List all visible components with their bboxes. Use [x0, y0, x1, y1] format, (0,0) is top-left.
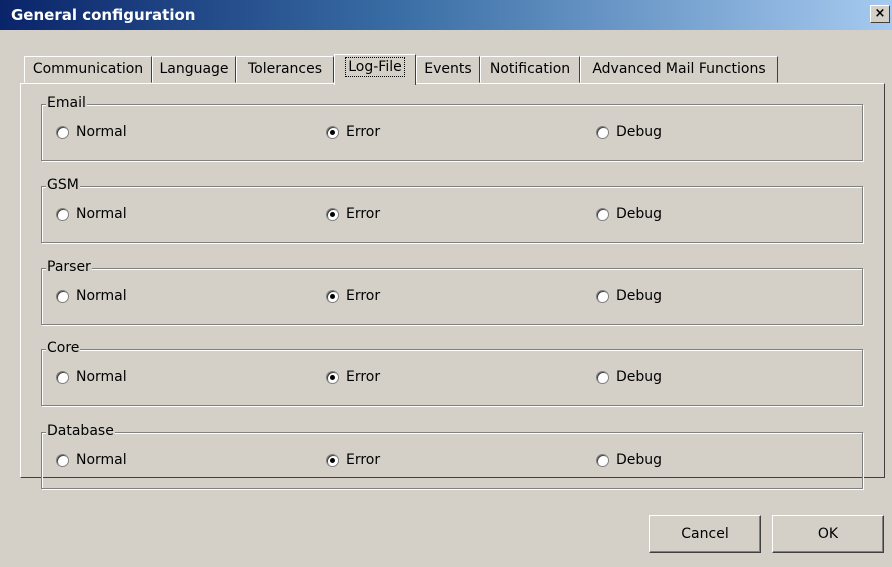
group-database: Database Normal Error Debug — [41, 423, 863, 489]
radio-label: Debug — [616, 369, 663, 385]
group-parser: Parser Normal Error Debug — [41, 259, 863, 325]
tab-advanced-mail-functions[interactable]: Advanced Mail Functions — [580, 56, 778, 83]
radio-email-error[interactable]: Error — [326, 123, 380, 141]
radio-label: Debug — [616, 452, 663, 468]
radio-label: Normal — [76, 369, 127, 385]
tab-label: Notification — [489, 61, 571, 77]
radio-database-debug[interactable]: Debug — [596, 451, 662, 469]
radio-button-icon — [56, 207, 69, 221]
group-label: Parser — [46, 259, 92, 275]
tab-label: Language — [159, 61, 229, 77]
radio-button-icon — [596, 453, 609, 467]
radio-label: Debug — [616, 124, 663, 140]
tab-label: Log-File — [345, 57, 405, 77]
radio-core-error[interactable]: Error — [326, 368, 380, 386]
radio-selected-dot — [330, 374, 335, 380]
tab-label: Communication — [32, 61, 144, 77]
radio-database-normal[interactable]: Normal — [56, 451, 127, 469]
radio-button-icon — [56, 125, 69, 139]
radio-gsm-error[interactable]: Error — [326, 205, 380, 223]
radio-label: Error — [346, 206, 381, 222]
radio-database-error[interactable]: Error — [326, 451, 380, 469]
close-button[interactable]: × — [870, 5, 890, 23]
tab-notification[interactable]: Notification — [480, 56, 580, 83]
title-bar: General configuration × — [0, 0, 892, 30]
radio-selected-dot — [330, 457, 335, 463]
tab-communication[interactable]: Communication — [24, 56, 152, 83]
tab-label: Tolerances — [247, 61, 323, 77]
radio-selected-dot — [330, 293, 335, 299]
group-core: Core Normal Error Debug — [41, 340, 863, 406]
tab-label: Advanced Mail Functions — [592, 61, 766, 77]
window-title: General configuration — [11, 6, 196, 24]
radio-label: Debug — [616, 288, 663, 304]
radio-button-icon — [56, 289, 69, 303]
radio-button-icon — [596, 207, 609, 221]
radio-selected-dot — [330, 211, 335, 217]
group-label: Email — [46, 95, 87, 111]
tab-label: Events — [424, 61, 472, 77]
radio-email-debug[interactable]: Debug — [596, 123, 662, 141]
group-label: GSM — [46, 177, 80, 193]
ok-button[interactable]: OK — [772, 515, 884, 553]
log-file-panel: Email Normal Error Debug GSM Normal Erro… — [20, 83, 885, 489]
radio-parser-debug[interactable]: Debug — [596, 287, 662, 305]
radio-button-icon — [596, 370, 609, 384]
radio-email-normal[interactable]: Normal — [56, 123, 127, 141]
radio-label: Error — [346, 369, 381, 385]
tab-events[interactable]: Events — [416, 56, 480, 83]
radio-label: Normal — [76, 452, 127, 468]
radio-core-debug[interactable]: Debug — [596, 368, 662, 386]
radio-core-normal[interactable]: Normal — [56, 368, 127, 386]
radio-button-icon — [326, 125, 339, 139]
radio-button-icon — [596, 125, 609, 139]
radio-label: Error — [346, 288, 381, 304]
radio-button-icon — [56, 370, 69, 384]
radio-label: Normal — [76, 124, 127, 140]
group-email: Email Normal Error Debug — [41, 95, 863, 161]
radio-gsm-normal[interactable]: Normal — [56, 205, 127, 223]
tab-log-file[interactable]: Log-File — [334, 54, 416, 85]
radio-label: Normal — [76, 206, 127, 222]
radio-parser-normal[interactable]: Normal — [56, 287, 127, 305]
tab-language[interactable]: Language — [152, 56, 236, 83]
radio-label: Normal — [76, 288, 127, 304]
radio-label: Error — [346, 452, 381, 468]
group-label: Database — [46, 423, 115, 439]
radio-button-icon — [326, 207, 339, 221]
radio-button-icon — [56, 453, 69, 467]
radio-gsm-debug[interactable]: Debug — [596, 205, 662, 223]
group-label: Core — [46, 340, 81, 356]
radio-button-icon — [596, 289, 609, 303]
radio-selected-dot — [330, 129, 335, 135]
radio-button-icon — [326, 370, 339, 384]
radio-button-icon — [326, 453, 339, 467]
radio-parser-error[interactable]: Error — [326, 287, 380, 305]
group-gsm: GSM Normal Error Debug — [41, 177, 863, 243]
tab-tolerances[interactable]: Tolerances — [236, 56, 334, 83]
radio-label: Debug — [616, 206, 663, 222]
radio-label: Error — [346, 124, 381, 140]
radio-button-icon — [326, 289, 339, 303]
cancel-button[interactable]: Cancel — [649, 515, 761, 553]
